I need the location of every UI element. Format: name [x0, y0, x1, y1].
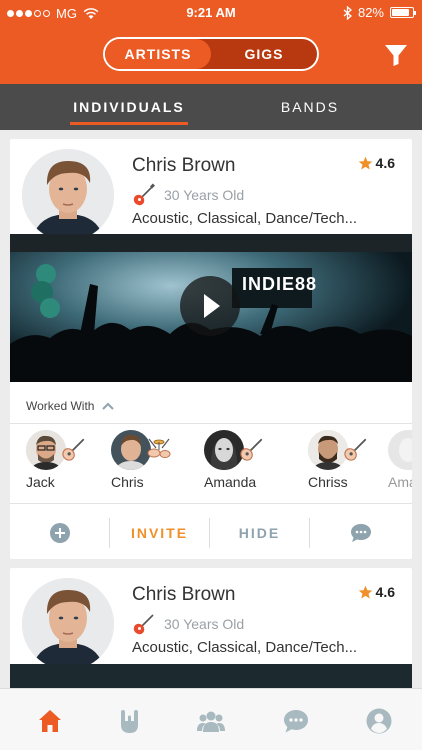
subtabs: INDIVIDUALS BANDS: [0, 84, 422, 130]
collaborators-list: Jack Chris Amanda Chriss Am: [10, 426, 412, 496]
filter-icon[interactable]: [384, 43, 408, 67]
worked-with-label: Worked With: [26, 399, 95, 413]
segment-artists[interactable]: ARTISTS: [105, 39, 211, 69]
collaborator-name: Chris: [111, 474, 144, 490]
add-button[interactable]: [10, 518, 109, 548]
avatar: [111, 430, 151, 470]
hide-button[interactable]: HIDE: [210, 518, 309, 548]
card-actions: INVITE HIDE: [10, 512, 412, 554]
bluetooth-icon: [343, 5, 352, 20]
home-icon[interactable]: [36, 707, 64, 735]
drums-icon: [147, 438, 171, 458]
rating-value: 4.6: [375, 584, 395, 600]
invite-button[interactable]: INVITE: [110, 518, 209, 548]
avatar: [388, 430, 412, 470]
collaborator[interactable]: Ama: [388, 430, 412, 494]
battery-icon: [390, 7, 416, 18]
collaborator-name: Ama: [388, 474, 412, 490]
artist-card[interactable]: Chris Brown 4.6 30 Years Old Acoustic, C…: [10, 568, 412, 698]
star-icon: [358, 585, 372, 598]
avatar: [26, 430, 66, 470]
tab-indicator: [70, 122, 188, 125]
collaborator-name: Chriss: [308, 474, 348, 490]
plus-circle-icon: [49, 523, 70, 543]
chat-icon: [350, 524, 371, 542]
profile-icon[interactable]: [365, 707, 393, 735]
artist-card[interactable]: Chris Brown 4.6 30 Years Old Acoustic, C…: [10, 139, 412, 559]
collaborator-name: Amanda: [204, 474, 257, 490]
artists-gigs-toggle: ARTISTS GIGS: [103, 37, 319, 71]
play-icon: [204, 294, 220, 318]
rating-value: 4.6: [375, 155, 395, 171]
avatar: [204, 430, 244, 470]
app-header: MG 9:21 AM 82% ARTISTS GIGS: [0, 0, 422, 84]
collaborator[interactable]: Chris: [111, 430, 197, 494]
collaborator[interactable]: Chriss: [308, 430, 394, 494]
rock-hand-icon[interactable]: [116, 707, 144, 735]
avatar: [308, 430, 348, 470]
artist-age: 30 Years Old: [164, 616, 245, 632]
guitar-icon: [344, 438, 367, 461]
battery-percent: 82%: [357, 5, 384, 20]
message-button[interactable]: [310, 518, 411, 548]
video-thumbnail[interactable]: INDIE88: [10, 234, 412, 382]
star-icon: [358, 156, 372, 169]
collaborator-name: Jack: [26, 474, 55, 490]
bottom-nav: [0, 688, 422, 750]
play-button[interactable]: [180, 276, 240, 336]
collaborator[interactable]: Jack: [26, 430, 112, 494]
divider: [10, 503, 412, 504]
rating: 4.6: [358, 155, 395, 171]
chevron-up-icon: [102, 402, 115, 410]
segment-gigs[interactable]: GIGS: [211, 39, 317, 69]
artist-genres: Acoustic, Classical, Dance/Tech...: [132, 210, 358, 227]
artist-name: Chris Brown: [132, 584, 236, 605]
guitar-icon: [62, 438, 85, 461]
divider: [10, 423, 412, 424]
artist-name: Chris Brown: [132, 155, 236, 176]
chat-icon[interactable]: [282, 707, 310, 735]
status-bar: MG 9:21 AM 82%: [0, 0, 422, 26]
collaborator[interactable]: Amanda: [204, 430, 290, 494]
tab-bands[interactable]: BANDS: [246, 84, 374, 130]
guitar-icon: [133, 614, 154, 635]
rating: 4.6: [358, 584, 395, 600]
video-banner: INDIE88: [242, 274, 318, 294]
guitar-icon: [240, 438, 263, 461]
artist-age: 30 Years Old: [164, 187, 245, 203]
group-icon[interactable]: [197, 707, 225, 735]
guitar-icon: [133, 183, 155, 206]
avatar[interactable]: [22, 149, 114, 241]
worked-with-toggle[interactable]: Worked With: [26, 399, 115, 413]
avatar[interactable]: [22, 578, 114, 670]
artist-genres: Acoustic, Classical, Dance/Tech...: [132, 639, 358, 656]
